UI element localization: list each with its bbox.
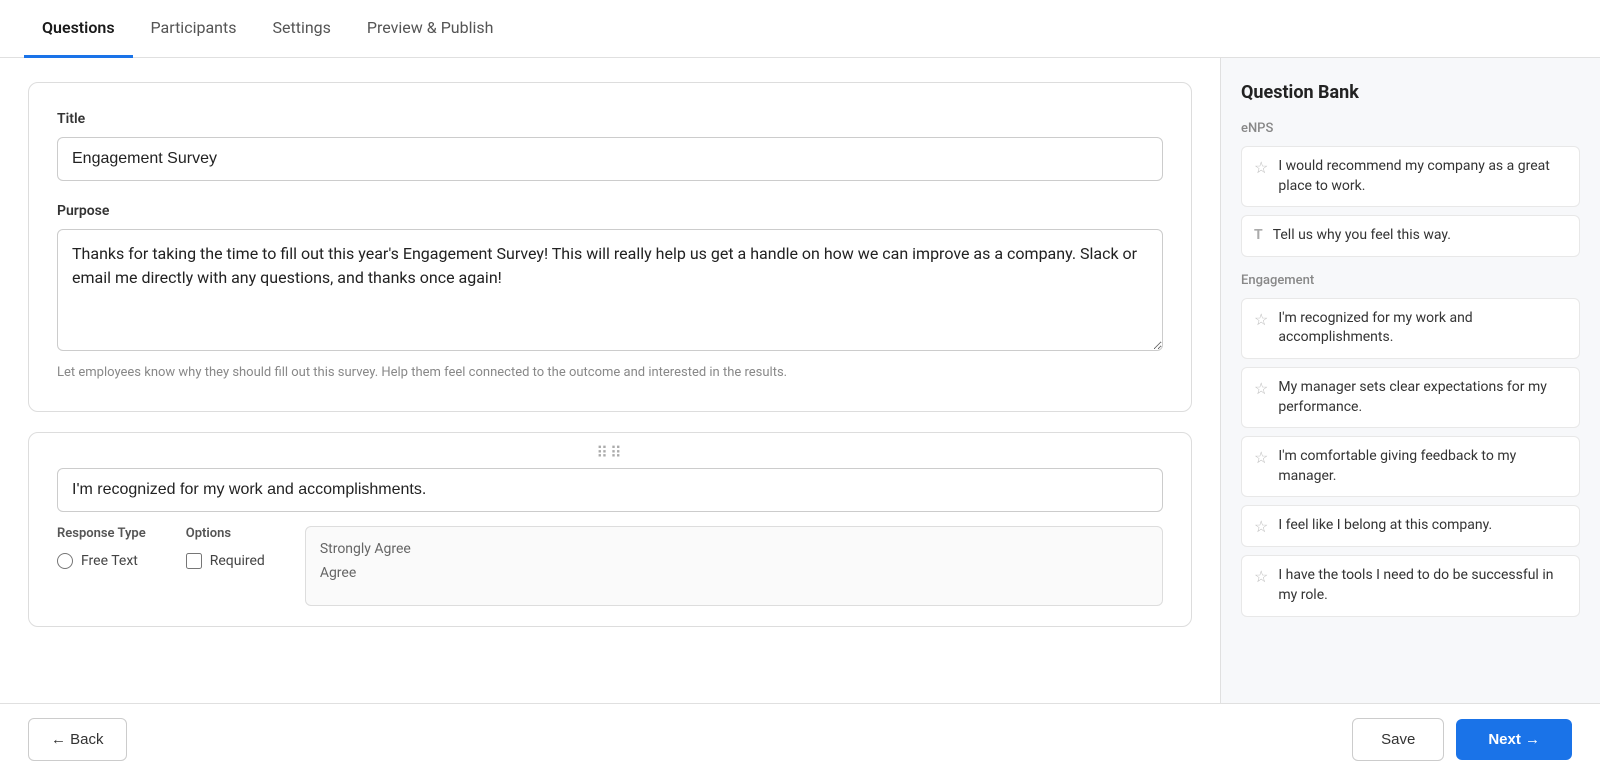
required-checkbox[interactable] (186, 553, 202, 569)
back-button[interactable]: ← Back (28, 718, 127, 761)
drag-dots-icon: ⠿⠿ (596, 443, 623, 462)
right-panel: Question Bank eNPS ☆ I would recommend m… (1220, 58, 1600, 703)
response-type-label: Response Type (57, 526, 146, 541)
tab-participants[interactable]: Participants (133, 0, 255, 58)
qbank-item-text-enps-0: I would recommend my company as a great … (1278, 157, 1567, 196)
drag-handle[interactable]: ⠿⠿ (29, 433, 1191, 468)
star-icon-eng-4: ☆ (1254, 567, 1268, 586)
qbank-item-text-eng-4: I have the tools I need to do be success… (1278, 566, 1567, 605)
qbank-item-eng-4[interactable]: ☆ I have the tools I need to do be succe… (1241, 555, 1580, 616)
free-text-option[interactable]: Free Text (57, 553, 146, 569)
star-icon-eng-1: ☆ (1254, 379, 1268, 398)
question-bank-title: Question Bank (1241, 82, 1580, 103)
save-button[interactable]: Save (1352, 718, 1444, 761)
scale-option-0: Strongly Agree (320, 537, 1148, 561)
tab-questions[interactable]: Questions (24, 0, 133, 58)
options-col: Options Required (186, 526, 265, 569)
qbank-item-text-eng-2: I'm comfortable giving feedback to my ma… (1278, 447, 1567, 486)
qbank-item-text-eng-0: I'm recognized for my work and accomplis… (1278, 309, 1567, 348)
qbank-section-engagement-label: Engagement (1241, 273, 1580, 288)
text-icon-enps-1: T (1254, 227, 1263, 243)
qbank-item-eng-3[interactable]: ☆ I feel like I belong at this company. (1241, 505, 1580, 547)
question-options-row: Response Type Free Text Options Required (57, 526, 1163, 606)
star-icon-eng-0: ☆ (1254, 310, 1268, 329)
qbank-item-enps-0[interactable]: ☆ I would recommend my company as a grea… (1241, 146, 1580, 207)
qbank-item-eng-1[interactable]: ☆ My manager sets clear expectations for… (1241, 367, 1580, 428)
star-icon-eng-2: ☆ (1254, 448, 1268, 467)
survey-info-card: Title Purpose Thanks for taking the time… (28, 82, 1192, 412)
back-btn-area: ← Back (28, 718, 127, 761)
main-layout: Title Purpose Thanks for taking the time… (0, 58, 1600, 703)
title-input[interactable] (57, 137, 1163, 181)
free-text-radio[interactable] (57, 553, 73, 569)
question-body: Response Type Free Text Options Required (29, 468, 1191, 626)
scale-dropdown[interactable]: Strongly Agree Agree (305, 526, 1163, 606)
left-panel: Title Purpose Thanks for taking the time… (0, 58, 1220, 703)
purpose-label: Purpose (57, 203, 1163, 219)
qbank-item-enps-1[interactable]: T Tell us why you feel this way. (1241, 215, 1580, 257)
required-label: Required (210, 553, 265, 569)
options-label: Options (186, 526, 265, 541)
next-button[interactable]: Next → (1456, 719, 1572, 760)
qbank-item-text-eng-1: My manager sets clear expectations for m… (1278, 378, 1567, 417)
star-icon-eng-3: ☆ (1254, 517, 1268, 536)
purpose-field: Purpose Thanks for taking the time to fi… (57, 203, 1163, 383)
tab-preview-publish[interactable]: Preview & Publish (349, 0, 512, 58)
qbank-item-text-eng-3: I feel like I belong at this company. (1278, 516, 1492, 536)
qbank-item-text-enps-1: Tell us why you feel this way. (1273, 226, 1451, 246)
required-option[interactable]: Required (186, 553, 265, 569)
top-nav: Questions Participants Settings Preview … (0, 0, 1600, 58)
purpose-hint: Let employees know why they should fill … (57, 363, 1163, 383)
scale-option-1: Agree (320, 561, 1148, 585)
question-text-input[interactable] (57, 468, 1163, 512)
qbank-item-eng-0[interactable]: ☆ I'm recognized for my work and accompl… (1241, 298, 1580, 359)
qbank-section-enps-label: eNPS (1241, 121, 1580, 136)
qbank-item-eng-2[interactable]: ☆ I'm comfortable giving feedback to my … (1241, 436, 1580, 497)
bottom-bar: ← Back Save Next → (0, 703, 1600, 775)
response-type-col: Response Type Free Text (57, 526, 146, 569)
purpose-textarea[interactable]: Thanks for taking the time to fill out t… (57, 229, 1163, 351)
star-icon-enps-0: ☆ (1254, 158, 1268, 177)
tab-settings[interactable]: Settings (254, 0, 348, 58)
title-label: Title (57, 111, 1163, 127)
question-card: ⠿⠿ Response Type Free Text Options (28, 432, 1192, 627)
free-text-label: Free Text (81, 553, 138, 569)
